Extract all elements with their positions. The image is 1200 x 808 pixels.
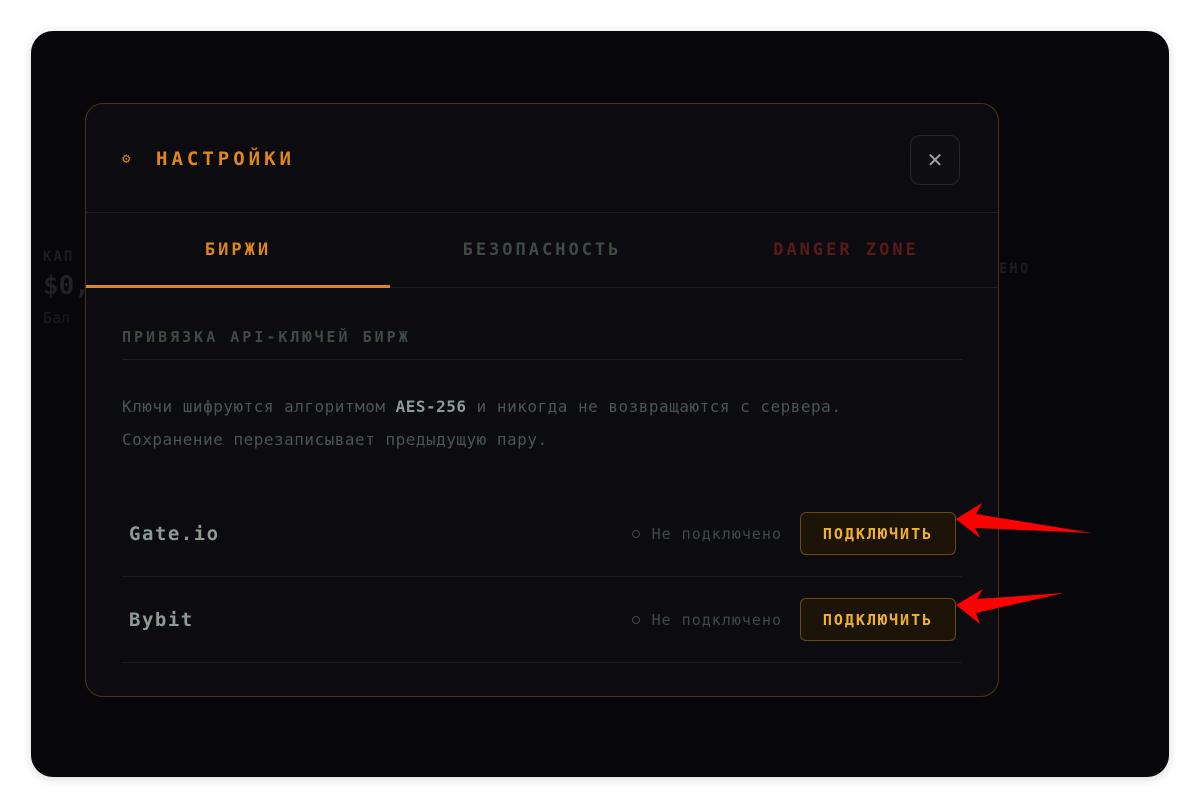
modal-title: ⚙ НАСТРОЙКИ [122, 148, 295, 170]
settings-modal: ⚙ НАСТРОЙКИ ✕ БИРЖИ БЕЗОПАСНОСТЬ DANGER … [85, 103, 999, 697]
background-balance-card: КАП $0, Бал [43, 249, 90, 327]
gear-icon: ⚙ [122, 151, 135, 167]
tab-exchanges[interactable]: БИРЖИ [86, 213, 390, 288]
connection-status: Не подключено [631, 524, 782, 543]
connection-status: Не подключено [631, 610, 782, 629]
connection-status-text: Не подключено [651, 610, 782, 629]
status-dot-icon [631, 529, 640, 538]
modal-title-text: НАСТРОЙКИ [156, 148, 295, 170]
status-dot-icon [631, 615, 640, 624]
exchange-name: Gate.io [129, 522, 220, 545]
description-highlight: AES-256 [395, 397, 467, 416]
exchanges-panel: ПРИВЯЗКА API-КЛЮЧЕЙ БИРЖ Ключи шифруются… [86, 328, 998, 663]
background-card-value: $0, [43, 271, 90, 301]
background-card-sub: Бал [43, 309, 71, 327]
connection-status-text: Не подключено [651, 524, 782, 543]
tab-danger-zone[interactable]: DANGER ZONE [694, 213, 998, 287]
description: Ключи шифруются алгоритмом AES-256 и ник… [122, 390, 962, 456]
connect-button-gateio[interactable]: ПОДКЛЮЧИТЬ [800, 512, 956, 555]
tab-security[interactable]: БЕЗОПАСНОСТЬ [390, 213, 694, 287]
background-right-card-label: ЕНО [999, 261, 1031, 277]
settings-tabs: БИРЖИ БЕЗОПАСНОСТЬ DANGER ZONE [86, 213, 998, 288]
exchange-list: Gate.io Не подключено ПОДКЛЮЧИТЬ Bybit Н… [122, 491, 962, 663]
exchange-row-gateio: Gate.io Не подключено ПОДКЛЮЧИТЬ [122, 491, 962, 577]
background-card-label: КАП [43, 249, 75, 265]
close-icon: ✕ [926, 149, 944, 172]
exchange-name: Bybit [129, 608, 194, 631]
app-frame: КАП $0, Бал ЕНО ⚙ НАСТРОЙКИ ✕ БИРЖИ БЕЗО… [31, 31, 1169, 777]
modal-header: ⚙ НАСТРОЙКИ ✕ [86, 104, 998, 213]
description-suffix: и никогда не возвращаются с сервера. [466, 397, 842, 416]
description-line2: Сохранение перезаписывает предыдущую пар… [122, 430, 548, 449]
connect-button-bybit[interactable]: ПОДКЛЮЧИТЬ [800, 598, 956, 641]
exchange-row-bybit: Bybit Не подключено ПОДКЛЮЧИТЬ [122, 577, 962, 663]
close-button[interactable]: ✕ [910, 135, 960, 185]
description-prefix: Ключи шифруются алгоритмом [122, 397, 396, 416]
section-title: ПРИВЯЗКА API-КЛЮЧЕЙ БИРЖ [122, 328, 962, 360]
